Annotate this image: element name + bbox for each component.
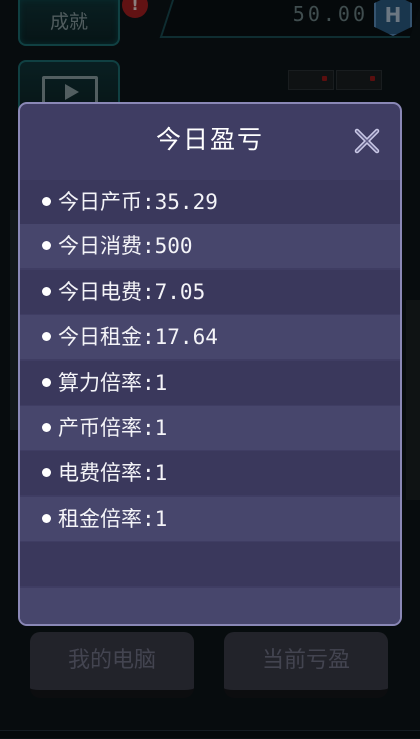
stat-row: 今日产币:35.29 [20,180,400,224]
empty-row [20,588,400,624]
dialog-title: 今日盈亏 [155,125,264,154]
empty-row [20,542,400,586]
stat-row: 租金倍率:1 [20,497,400,541]
bullet-icon [42,240,51,250]
stat-text: 今日消费:500 [58,234,193,258]
bullet-icon [42,286,51,296]
bullet-icon [42,467,51,477]
bullet-icon [42,513,51,523]
stat-row: 产币倍率:1 [20,406,400,450]
bullet-icon [42,196,51,206]
bullet-icon [42,377,51,387]
stat-text: 电费倍率:1 [58,461,168,485]
stat-text: 产币倍率:1 [58,416,168,440]
stat-text: 今日租金:17.64 [58,325,218,349]
stat-text: 今日产币:35.29 [58,190,218,214]
bullet-icon [42,331,51,341]
stat-row: 算力倍率:1 [20,361,400,405]
stat-row: 今日租金:17.64 [20,315,400,359]
stat-text: 今日电费:7.05 [58,280,206,304]
stat-row: 今日消费:500 [20,224,400,268]
stat-row: 今日电费:7.05 [20,270,400,314]
bullet-icon [42,422,51,432]
stat-text: 算力倍率:1 [58,371,168,395]
stat-row: 电费倍率:1 [20,451,400,495]
close-icon[interactable] [352,126,382,156]
stat-text: 租金倍率:1 [58,507,168,531]
daily-profit-dialog: 今日盈亏 今日产币:35.29 今日消费:500 今日电费:7.05 今日租金:… [18,102,402,626]
